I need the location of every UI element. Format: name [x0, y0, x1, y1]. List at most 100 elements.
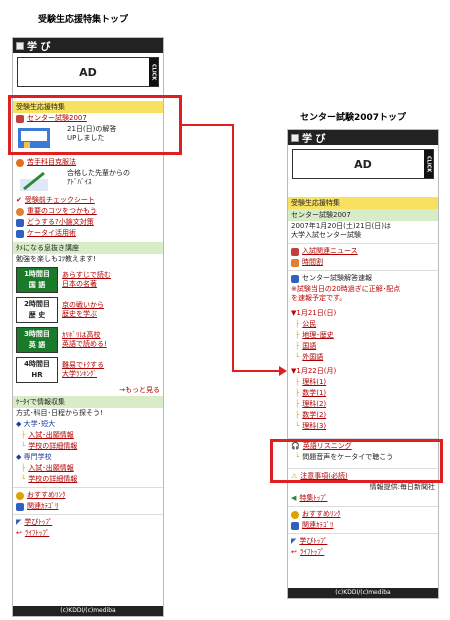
news-icon — [291, 248, 299, 256]
answer-title-row: センター試験解答速報 — [288, 273, 438, 284]
math2-link[interactable]: 数学(2) — [302, 411, 326, 420]
info-sub: 方式･科目･日程から探そう! — [16, 409, 103, 417]
answer-note-1: ※試験当日の20時過ぎに正解･配点 — [291, 285, 401, 293]
right-phone-screen: 学 び AD CLICK 受験生応援特集 センター試験2007 2007年1月2… — [287, 129, 439, 599]
day1-link-4[interactable]: └ 外国語 — [288, 352, 438, 363]
ad-click-label: CLICK — [149, 58, 158, 86]
senpai-row[interactable]: 苦手科目克服法 — [13, 157, 163, 168]
rec-row[interactable]: おすすめﾘﾝｸ — [288, 509, 438, 520]
course-1[interactable]: 1時間目国 語 あらすじで読む 日本の名著 — [13, 265, 163, 295]
schedule-row[interactable]: 時間割 — [288, 257, 438, 268]
foreign-lang-link[interactable]: 外国語 — [302, 353, 323, 362]
univ-link-row-2[interactable]: └ 学校の詳細情報 — [13, 441, 163, 452]
lecture-bar: ﾀﾒになる息抜き講座 — [13, 242, 163, 254]
essay-link[interactable]: どうする?小論文対策 — [27, 218, 94, 227]
day1-label: ▼1月21日(日) — [291, 309, 337, 317]
more-link[interactable]: →もっと見る — [13, 385, 163, 396]
manabi-top-link[interactable]: 学びﾄｯﾌﾟ — [299, 537, 327, 546]
advice-line1: 合格した先輩からの — [67, 169, 130, 177]
schedule-link[interactable]: 時間割 — [302, 258, 323, 267]
app-header: 学 び — [288, 130, 438, 145]
date-line1: 2007年1月20日(土)21日(日)は — [291, 222, 392, 230]
day1-link-1[interactable]: ├ 公民 — [288, 319, 438, 330]
univ-link-row-1[interactable]: ├ 入試･出願情報 — [13, 430, 163, 441]
connector-horizontal-1 — [182, 124, 234, 126]
mobile-tips-link[interactable]: ケータイ活用術 — [27, 229, 76, 238]
course-3-link[interactable]: ｶﾘﾎﾞﾘは高校 英語で読める! — [62, 331, 107, 349]
japanese-link[interactable]: 国語 — [302, 342, 316, 351]
news-row[interactable]: 入試関連ニュース — [288, 246, 438, 257]
app-header: 学 び — [13, 38, 163, 53]
course-4-badge: 4時間目 HR — [16, 357, 58, 383]
day2-link-1[interactable]: ├ 理科(1) — [288, 377, 438, 388]
rec-row[interactable]: おすすめﾘﾝｸ — [13, 490, 163, 501]
day2-link-3[interactable]: ├ 理科(2) — [288, 399, 438, 410]
link-row-3[interactable]: どうする?小論文対策 — [13, 217, 163, 228]
category-link[interactable]: 関連ｶﾃｺﾞﾘ — [27, 502, 59, 511]
feature-bar: 受験生応援特集 — [288, 197, 438, 209]
day2-link-5[interactable]: └ 理科(3) — [288, 421, 438, 432]
ad-click-label: CLICK — [424, 150, 433, 178]
senpai-link[interactable]: 苦手科目克服法 — [27, 158, 76, 167]
senmon-link-row-2[interactable]: └ 学校の詳細情報 — [13, 474, 163, 485]
connector-horizontal-2 — [232, 370, 280, 372]
news-link[interactable]: 入試関連ニュース — [302, 247, 358, 256]
science2-link[interactable]: 理科(2) — [302, 400, 326, 409]
feature-top-link[interactable]: 特集ﾄｯﾌﾟ — [299, 494, 327, 503]
day2-link-2[interactable]: ├ 数学(1) — [288, 388, 438, 399]
life-top-row[interactable]: ↩ ﾗｲﾌﾄｯﾌﾟ — [288, 547, 438, 558]
math1-link[interactable]: 数学(1) — [302, 389, 326, 398]
senmon-link-row-1[interactable]: ├ 入試･出願情報 — [13, 463, 163, 474]
day1-link-3[interactable]: ├ 国語 — [288, 341, 438, 352]
ad-banner[interactable]: AD CLICK — [17, 57, 159, 87]
day2-link-4[interactable]: ├ 数学(2) — [288, 410, 438, 421]
link-row-2[interactable]: 重要のコツをつかもう — [13, 206, 163, 217]
manabi-top-row[interactable]: ◤ 学びﾄｯﾌﾟ — [288, 536, 438, 547]
link-row-4[interactable]: ケータイ活用術 — [13, 228, 163, 239]
folder-icon — [291, 522, 299, 530]
cat-row[interactable]: 関連ｶﾃｺﾞﾘ — [13, 501, 163, 512]
highlight-box-left — [8, 95, 182, 155]
link-row-1[interactable]: ✔ 受験前チェックシート — [13, 196, 163, 206]
course-2-badge: 2時間目歴 史 — [16, 297, 58, 323]
feature-top-row[interactable]: ◀ 特集ﾄｯﾌﾟ — [288, 493, 438, 504]
course-2[interactable]: 2時間目歴 史 京の戦いから 歴史を学ぶ — [13, 295, 163, 325]
life-top-row[interactable]: ↩ ﾗｲﾌﾄｯﾌﾟ — [13, 528, 163, 539]
tips-link[interactable]: 重要のコツをつかもう — [27, 207, 97, 216]
memo-icon — [291, 275, 299, 283]
senmon-exam-link[interactable]: 入試･出願情報 — [28, 464, 74, 473]
rec-link[interactable]: おすすめﾘﾝｸ — [27, 491, 66, 500]
course-4[interactable]: 4時間目 HR 難易でﾄｸする 大学ﾗﾝｷﾝｸﾞ — [13, 355, 163, 385]
manabi-top-link[interactable]: 学びﾄｯﾌﾟ — [24, 518, 52, 527]
manabi-top-row[interactable]: ◤ 学びﾄｯﾌﾟ — [13, 517, 163, 528]
right-footer: (c)KDDI/(c)mediba — [288, 588, 438, 598]
science1-link[interactable]: 理科(1) — [302, 378, 326, 387]
univ-exam-link[interactable]: 入試･出願情報 — [28, 431, 74, 440]
geo-history-link[interactable]: 地理･歴史 — [302, 331, 334, 340]
day1-link-2[interactable]: ├ 地理･歴史 — [288, 330, 438, 341]
phone-icon — [16, 230, 24, 238]
hand-icon — [16, 159, 24, 167]
ad-banner[interactable]: AD CLICK — [292, 149, 434, 179]
course-1-badge: 1時間目国 語 — [16, 267, 58, 293]
life-top-link[interactable]: ﾗｲﾌﾄｯﾌﾟ — [25, 529, 50, 538]
arrow-icon: ◤ — [291, 537, 297, 545]
category-link[interactable]: 関連ｶﾃｺﾞﾘ — [302, 521, 334, 530]
life-top-link[interactable]: ﾗｲﾌﾄｯﾌﾟ — [300, 548, 325, 557]
app-icon — [16, 41, 24, 50]
rec-link[interactable]: おすすめﾘﾝｸ — [302, 510, 341, 519]
cat-row[interactable]: 関連ｶﾃｺﾞﾘ — [288, 520, 438, 531]
right-screen-title: センター試験2007トップ — [300, 113, 407, 123]
science3-link[interactable]: 理科(3) — [302, 422, 326, 431]
civics-link[interactable]: 公民 — [302, 320, 316, 329]
course-1-link[interactable]: あらすじで読む 日本の名著 — [62, 271, 111, 289]
date-line2: 大学入試センター試験 — [291, 231, 361, 239]
senmon-detail-link[interactable]: 学校の詳細情報 — [28, 475, 77, 484]
clock-icon — [291, 259, 299, 267]
univ-detail-link[interactable]: 学校の詳細情報 — [28, 442, 77, 451]
answer-note: ※試験当日の20時過ぎに正解･配点 を速報予定です。 — [288, 284, 438, 304]
course-4-link[interactable]: 難易でﾄｸする 大学ﾗﾝｷﾝｸﾞ — [62, 361, 104, 379]
checksheet-link[interactable]: 受験前チェックシート — [25, 196, 95, 205]
course-3[interactable]: 3時間目英 語 ｶﾘﾎﾞﾘは高校 英語で読める! — [13, 325, 163, 355]
course-2-link[interactable]: 京の戦いから 歴史を学ぶ — [62, 301, 104, 319]
